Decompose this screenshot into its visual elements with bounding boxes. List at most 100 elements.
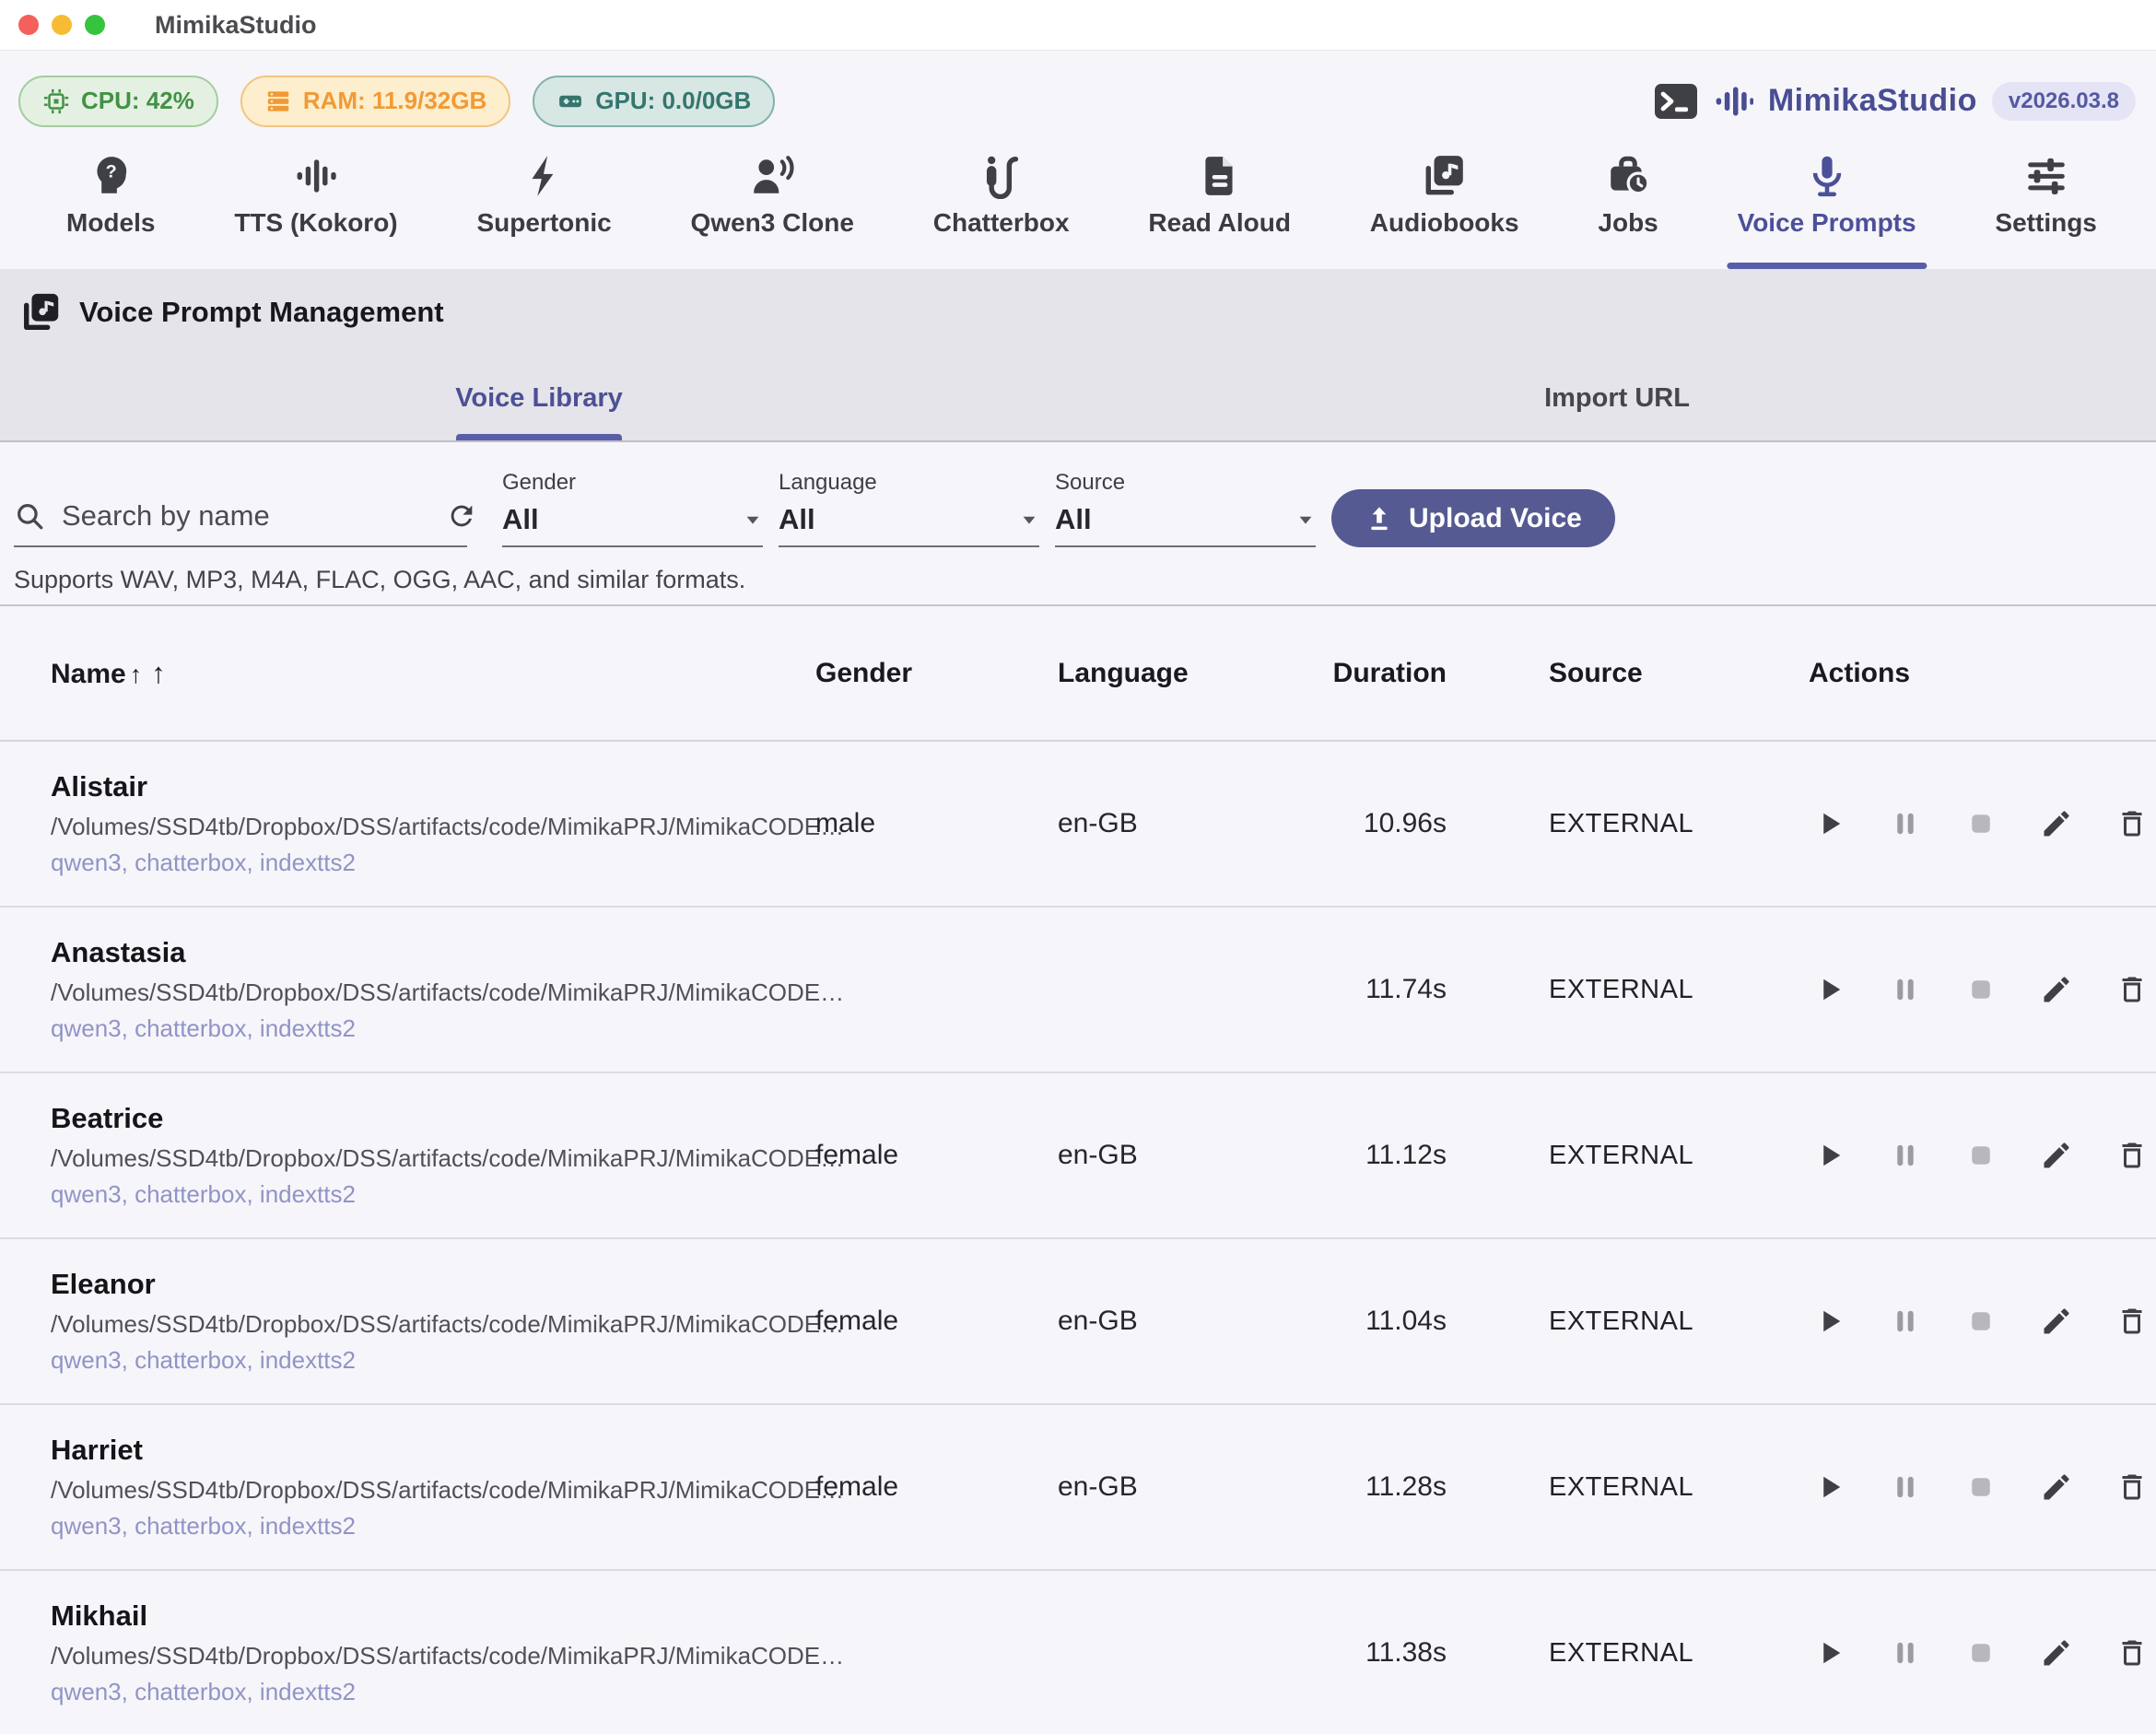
table-row: Mikhail /Volumes/SSD4tb/Dropbox/DSS/arti… (0, 1571, 2156, 1734)
pause-button[interactable] (1884, 1466, 1927, 1508)
waveform-icon (1713, 81, 1753, 122)
nav-item-qwen3-clone[interactable]: Qwen3 Clone (691, 153, 854, 269)
close-window-button[interactable] (18, 15, 39, 35)
delete-button[interactable] (2111, 968, 2153, 1011)
upload-voice-button[interactable]: Upload Voice (1331, 489, 1615, 547)
nav-item-jobs[interactable]: Jobs (1598, 153, 1658, 269)
trash-icon (2115, 1470, 2149, 1504)
play-button[interactable] (1809, 1466, 1851, 1508)
voice-gender: female (815, 1140, 1058, 1171)
upload-icon (1365, 504, 1394, 533)
search-input[interactable] (62, 499, 429, 533)
nav-label: Qwen3 Clone (691, 208, 854, 238)
voice-file-path: /Volumes/SSD4tb/Dropbox/DSS/artifacts/co… (51, 1476, 815, 1505)
chevron-down-icon (1295, 510, 1316, 530)
voice-table-header: Name↑↑ Gender Language Duration Source A… (0, 606, 2156, 742)
tab-voice-library[interactable]: Voice Library (0, 356, 1078, 440)
nav-item-chatterbox[interactable]: Chatterbox (933, 153, 1070, 269)
voice-file-path: /Volumes/SSD4tb/Dropbox/DSS/artifacts/co… (51, 1310, 815, 1339)
person-voice-icon (749, 153, 795, 199)
play-button[interactable] (1809, 1134, 1851, 1177)
upload-voice-label: Upload Voice (1409, 503, 1582, 534)
column-header-source: Source (1549, 658, 1788, 689)
voice-duration: 11.28s (1290, 1471, 1447, 1503)
source-filter-value: All (1055, 503, 1092, 536)
edit-button[interactable] (2035, 968, 2078, 1011)
pause-button[interactable] (1884, 1632, 1927, 1674)
edit-button[interactable] (2035, 803, 2078, 845)
delete-button[interactable] (2111, 1632, 2153, 1674)
search-field (14, 499, 467, 547)
chevron-down-icon (743, 510, 763, 530)
table-row: Alistair /Volumes/SSD4tb/Dropbox/DSS/art… (0, 742, 2156, 908)
play-button[interactable] (1809, 1300, 1851, 1342)
stop-icon (1964, 1139, 1998, 1172)
edit-button[interactable] (2035, 1300, 2078, 1342)
edit-button[interactable] (2035, 1632, 2078, 1674)
voice-tags: qwen3, chatterbox, indextts2 (51, 1678, 815, 1706)
stop-button[interactable] (1960, 968, 2002, 1011)
version-badge: v2026.03.8 (1992, 82, 2136, 121)
sort-arrow-icon: ↑ (130, 661, 143, 688)
column-header-name[interactable]: Name↑↑ (51, 657, 815, 690)
voice-file-path: /Volumes/SSD4tb/Dropbox/DSS/artifacts/co… (51, 813, 815, 841)
delete-button[interactable] (2111, 1466, 2153, 1508)
voice-source: EXTERNAL (1549, 1638, 1788, 1669)
nav-item-audiobooks[interactable]: Audiobooks (1370, 153, 1519, 269)
language-filter-value: All (779, 503, 815, 536)
stop-button[interactable] (1960, 1300, 2002, 1342)
play-icon (1813, 1305, 1846, 1338)
play-button[interactable] (1809, 968, 1851, 1011)
voice-name: Anastasia (51, 936, 815, 969)
voice-duration: 10.96s (1290, 808, 1447, 839)
nav-item-voice-prompts[interactable]: Voice Prompts (1738, 153, 1916, 269)
primary-nav: ? Models TTS (Kokoro) Supertonic (0, 138, 2156, 269)
pause-button[interactable] (1884, 1300, 1927, 1342)
play-icon (1813, 973, 1846, 1006)
trash-icon (2115, 1139, 2149, 1172)
stop-button[interactable] (1960, 1466, 2002, 1508)
minimize-window-button[interactable] (52, 15, 72, 35)
voice-name: Alistair (51, 770, 815, 803)
stop-button[interactable] (1960, 803, 2002, 845)
nav-item-settings[interactable]: Settings (1995, 153, 2096, 269)
trash-icon (2115, 1636, 2149, 1670)
window-titlebar: MimikaStudio (0, 0, 2156, 51)
terminal-icon[interactable] (1654, 83, 1698, 120)
pause-button[interactable] (1884, 1134, 1927, 1177)
edit-button[interactable] (2035, 1134, 2078, 1177)
language-filter[interactable]: Language All (779, 470, 1039, 547)
ram-usage-chip: RAM: 11.9/32GB (240, 76, 510, 127)
music-library-icon (1422, 153, 1468, 199)
nav-item-read-aloud[interactable]: Read Aloud (1148, 153, 1291, 269)
pause-button[interactable] (1884, 803, 1927, 845)
stop-button[interactable] (1960, 1632, 2002, 1674)
gender-filter-label: Gender (502, 470, 763, 496)
tab-import-url[interactable]: Import URL (1078, 356, 2156, 440)
zoom-window-button[interactable] (85, 15, 105, 35)
stop-button[interactable] (1960, 1134, 2002, 1177)
delete-button[interactable] (2111, 1300, 2153, 1342)
voice-name: Eleanor (51, 1268, 815, 1301)
pause-icon (1889, 1636, 1922, 1670)
trash-icon (2115, 973, 2149, 1006)
edit-pencil-icon (2040, 973, 2073, 1006)
voice-duration: 11.04s (1290, 1306, 1447, 1337)
delete-button[interactable] (2111, 1134, 2153, 1177)
nav-label: Jobs (1598, 208, 1658, 238)
edit-pencil-icon (2040, 1636, 2073, 1670)
play-button[interactable] (1809, 803, 1851, 845)
gender-filter[interactable]: Gender All (502, 470, 763, 547)
refresh-icon[interactable] (446, 500, 477, 532)
pause-button[interactable] (1884, 968, 1927, 1011)
nav-label: TTS (Kokoro) (234, 208, 397, 238)
edit-button[interactable] (2035, 1466, 2078, 1508)
play-button[interactable] (1809, 1632, 1851, 1674)
nav-item-models[interactable]: ? Models (66, 153, 155, 269)
cpu-usage-label: CPU: 42% (81, 87, 194, 115)
trash-icon (2115, 807, 2149, 840)
nav-item-tts-kokoro[interactable]: TTS (Kokoro) (234, 153, 397, 269)
delete-button[interactable] (2111, 803, 2153, 845)
nav-item-supertonic[interactable]: Supertonic (476, 153, 611, 269)
source-filter[interactable]: Source All (1055, 470, 1316, 547)
